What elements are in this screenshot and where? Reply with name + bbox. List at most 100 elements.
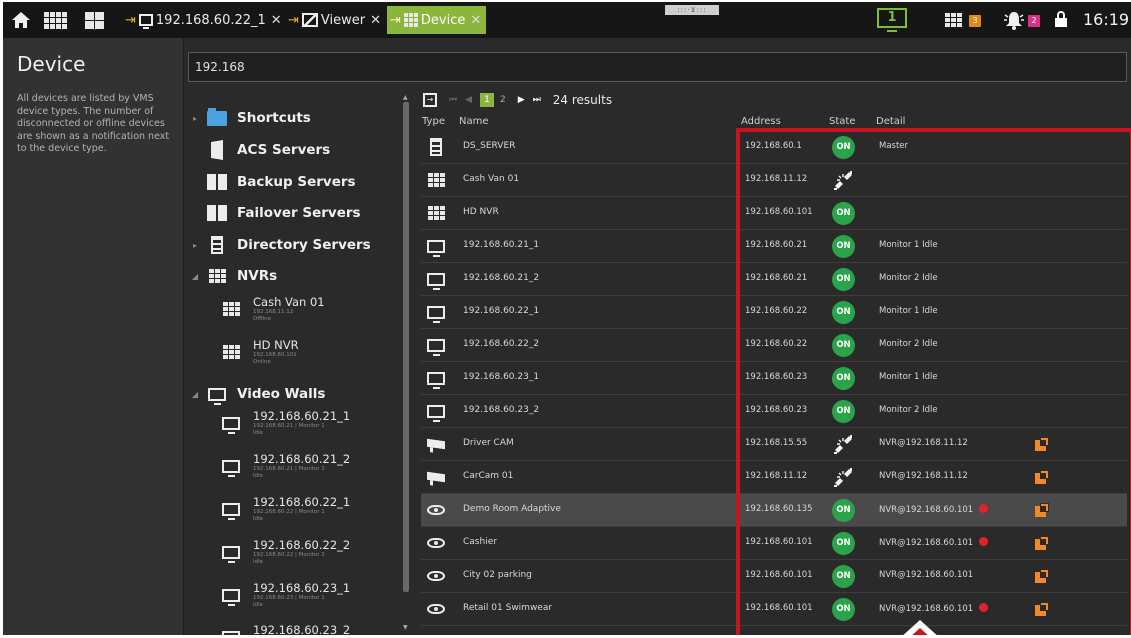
next-page-icon[interactable]: ▶ [518,95,525,105]
monitor-icon [219,413,243,434]
column-header-state[interactable]: State [829,116,855,127]
device-name: City 02 parking [463,570,532,580]
tree-item-video-wall[interactable]: 192.168.60.22_1 192.168.60.22 | Monitor … [219,496,350,523]
device-icon [403,13,418,27]
first-page-icon[interactable]: ⏮ [449,95,457,105]
tree-item-name: 192.168.60.21_2 [253,452,351,466]
info-description: All devices are listed by VMS device typ… [17,93,170,154]
dome-camera-icon [423,566,449,586]
camera-icon [423,467,449,487]
export-icon[interactable]: → [423,93,437,107]
close-icon[interactable]: ✕ [271,13,282,28]
layout-grid-icon[interactable] [41,9,69,31]
collapse-arrow-icon[interactable]: ◢ [189,272,201,281]
tree-item-status: Idle [253,516,264,522]
directory-server-icon [205,235,229,255]
tree-category-video-walls[interactable]: ◢ Video Walls [183,382,325,406]
device-name: HD NVR [463,207,499,217]
tree-item-address: 192.168.60.22 [253,552,294,558]
tree-category-shortcuts[interactable]: ▸ Shortcuts [183,106,311,130]
info-panel: Device All devices are listed by VMS dev… [3,38,184,635]
device-name: Cash Van 01 [463,174,520,184]
tree-item-monitor: Monitor 1 [298,423,325,429]
tree-category-backup-servers[interactable]: Backup Servers [183,170,356,194]
collapse-arrow-icon[interactable]: ◢ [189,390,201,399]
tree-item-name: 192.168.60.23_1 [253,581,351,595]
page-current[interactable]: 1 [480,93,495,107]
device-status-icon[interactable] [938,9,968,31]
lock-icon[interactable] [1055,11,1067,27]
close-icon[interactable]: ✕ [370,13,381,28]
last-page-icon[interactable]: ⏭ [533,95,541,105]
nvr-icon [423,203,449,223]
tree-item-nvr[interactable]: Cash Van 01 192.168.11.12 Offline [219,296,325,323]
tree-item-monitor: Monitor 1 [298,509,325,515]
tree-item-name: 192.168.60.21_1 [253,409,351,423]
device-name: 192.168.60.21_2 [463,273,540,283]
tree-item-video-wall[interactable]: 192.168.60.23_1 192.168.60.23 | Monitor … [219,582,350,609]
device-name: 192.168.60.23_2 [463,405,540,415]
tree-scrollbar[interactable] [403,102,409,592]
search-input[interactable]: 192.168 [188,52,1127,82]
tree-category-label: Directory Servers [237,237,371,253]
highlight-box [736,128,1131,635]
expand-arrow-icon[interactable]: ▸ [189,114,201,123]
monitor-icon [423,335,449,356]
page-next-number[interactable]: 2 [500,95,506,105]
tree-item-status: Online [253,359,271,365]
device-name: 192.168.60.23_1 [463,372,540,382]
tab-viewer[interactable]: ⇥ Viewer ✕ [288,6,381,34]
tree-item-video-wall[interactable]: 192.168.60.22_2 192.168.60.22 | Monitor … [219,539,350,566]
tab-label: Device [420,12,466,28]
device-notification-badge: 3 [969,15,981,27]
prev-page-icon[interactable]: ◀ [465,95,472,105]
home-icon[interactable] [10,9,32,31]
window-drag-handle[interactable]: :::·⊻::: [665,5,719,15]
tab-device[interactable]: ⇥ Device ✕ [387,6,487,34]
tree-item-video-wall[interactable]: 192.168.60.21_2 192.168.60.21 | Monitor … [219,453,350,480]
tree-item-video-wall[interactable]: 192.168.60.21_1 192.168.60.21 | Monitor … [219,410,350,437]
clock: 16:19 [1083,10,1130,29]
close-icon[interactable]: ✕ [470,13,481,28]
door-icon [205,140,229,160]
tree-item-status: Idle [253,602,264,608]
nvr-icon [219,342,243,362]
top-bar: ⇥ 192.168.60.22_1 ✕ ⇥ Viewer ✕ ⇥ Device … [3,2,1131,38]
tab-192-168-60-22-1[interactable]: ⇥ 192.168.60.22_1 ✕ [125,6,282,34]
tree-item-address: 192.168.60.23 [253,595,294,601]
tree-item-monitor: Monitor 2 [298,466,325,472]
column-header-type[interactable]: Type [422,116,445,127]
alarm-bell-icon[interactable] [1001,9,1027,31]
monitor-number-indicator[interactable]: 1 [877,8,907,32]
tree-item-nvr[interactable]: HD NVR 192.168.60.101 Online [219,339,299,366]
tree-category-nvrs[interactable]: ◢ NVRs [183,264,277,288]
tree-category-acs-servers[interactable]: ACS Servers [183,138,330,162]
device-name: 192.168.60.22_2 [463,339,540,349]
tree-category-failover-servers[interactable]: Failover Servers [183,201,361,225]
monitor-icon [219,627,243,635]
scroll-down-icon[interactable]: ▼ [403,624,408,631]
tree-item-address: 192.168.11.12 [253,309,294,315]
tree-item-status: Offline [253,316,272,322]
results-pager: → ⏮ ◀ 1 2 ▶ ⏭ 24 results [423,90,612,110]
results-count: 24 results [552,93,613,107]
tree-item-video-wall[interactable]: 192.168.60.23_2 [219,624,350,635]
column-header-detail[interactable]: Detail [876,116,905,127]
device-name: CarCam 01 [463,471,514,481]
column-header-name[interactable]: Name [459,116,489,127]
monitor-icon [423,269,449,290]
backup-server-icon [205,172,229,192]
monitor-icon [423,401,449,422]
tree-category-label: Failover Servers [237,205,361,221]
expand-arrow-icon[interactable]: ▸ [189,241,201,250]
tree-category-directory-servers[interactable]: ▸ Directory Servers [183,233,371,257]
scroll-up-icon[interactable]: ▲ [403,94,408,101]
dome-camera-icon [423,500,449,520]
dome-camera-icon [423,533,449,553]
monitor-icon [138,14,153,29]
tree-item-status: Idle [253,473,264,479]
column-header-address[interactable]: Address [741,116,781,127]
device-name: 192.168.60.22_1 [463,306,540,316]
tree-category-label: NVRs [237,268,278,284]
split-layout-icon[interactable] [83,9,105,31]
